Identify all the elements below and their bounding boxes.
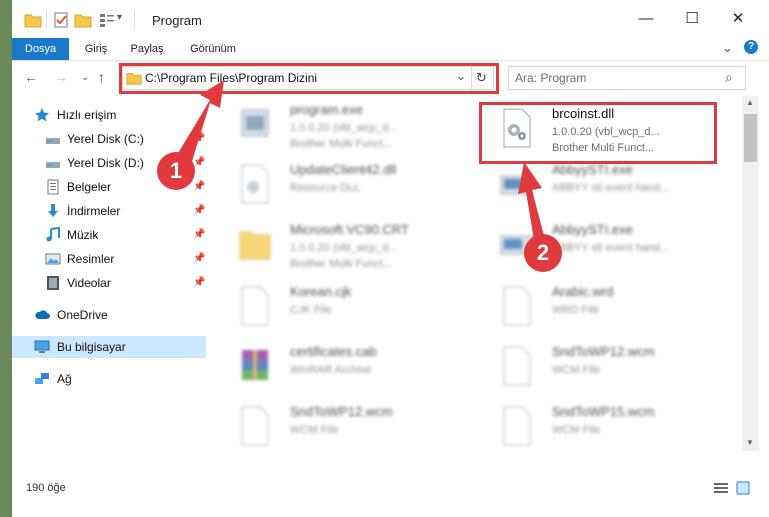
music-icon xyxy=(46,227,60,242)
window-title: Program xyxy=(152,13,202,28)
pin-icon[interactable]: 📌 xyxy=(193,253,205,264)
list-item[interactable]: Microsoft.VC90.CRT 1.0.0.20 (vbl_wcp_d..… xyxy=(220,216,460,272)
list-item[interactable]: AbbyySTI.exe ABBYY sti event hand... xyxy=(482,156,722,212)
large-icons-view-icon[interactable] xyxy=(736,481,750,495)
scanner-icon xyxy=(500,175,534,195)
properties-icon[interactable] xyxy=(52,11,70,29)
list-item[interactable]: SndToWP12.wcm WCM File xyxy=(482,338,722,394)
pin-icon[interactable]: 📌 xyxy=(193,277,205,288)
list-item[interactable]: SndToWP12.wcm WCM File xyxy=(220,398,460,451)
drive-icon xyxy=(46,138,60,144)
vertical-scrollbar[interactable]: ▲ ▼ xyxy=(742,96,759,451)
list-item[interactable]: certificates.cab WinRAR Archive xyxy=(220,338,460,394)
maximize-button[interactable]: ☐ xyxy=(669,0,715,38)
computer-icon xyxy=(34,340,50,353)
search-box[interactable]: Ara: Program ⌕ xyxy=(508,66,746,90)
cloud-icon xyxy=(35,310,50,319)
list-item[interactable]: Arabic.wrd WRD File xyxy=(482,278,722,334)
new-folder-icon[interactable] xyxy=(74,11,92,29)
details-view-icon[interactable] xyxy=(714,482,728,494)
tab-dosya[interactable]: Dosya xyxy=(12,38,69,60)
folder-icon xyxy=(239,231,271,260)
sidebar-item-videos[interactable]: Videolar 📌 xyxy=(12,272,206,294)
quick-access-dropdown-icon[interactable]: ▾ xyxy=(117,12,122,23)
file-icon xyxy=(241,286,269,326)
pictures-icon xyxy=(45,253,61,265)
documents-icon xyxy=(47,179,59,195)
status-bar: 190 öğe xyxy=(12,476,769,500)
list-item[interactable]: AbbyySTI.exe ABBYY sti event hand... xyxy=(482,216,722,272)
sidebar-item-network[interactable]: Ağ xyxy=(12,368,206,390)
tab-giris[interactable]: Giriş xyxy=(76,38,116,60)
scroll-thumb[interactable] xyxy=(744,114,757,162)
archive-icon xyxy=(242,350,268,380)
help-icon[interactable]: ? xyxy=(744,40,758,54)
item-count: 190 öğe xyxy=(26,482,66,494)
folder-icon[interactable] xyxy=(24,11,42,29)
file-icon xyxy=(503,346,531,386)
scroll-down-icon[interactable]: ▼ xyxy=(746,438,754,447)
sidebar-item-onedrive[interactable]: OneDrive xyxy=(12,304,206,326)
minimize-button[interactable]: — xyxy=(623,0,669,38)
ribbon-expand-icon[interactable]: ⌄ xyxy=(722,40,733,56)
step-badge-2: 2 xyxy=(524,234,562,272)
sidebar-item-disk-c[interactable]: Yerel Disk (C:) 📌 xyxy=(12,128,206,150)
pin-icon[interactable]: 📌 xyxy=(193,205,205,216)
highlight-brcoinst xyxy=(479,102,717,164)
tab-gorunum[interactable]: Görünüm xyxy=(182,38,244,60)
ribbon-tabs: Dosya Giriş Paylaş Görünüm ⌄ ? xyxy=(12,38,769,61)
drive-icon xyxy=(46,162,60,168)
pin-icon[interactable]: 📌 xyxy=(193,181,205,192)
video-icon xyxy=(47,276,59,290)
download-icon xyxy=(48,204,58,217)
title-bar: ▾ Program — ☐ ✕ xyxy=(12,0,769,38)
view-options-icon[interactable] xyxy=(98,11,116,29)
list-item[interactable]: UpdateClient42.dll Resource DLL xyxy=(220,156,460,212)
search-input[interactable]: Ara: Program xyxy=(515,71,586,85)
file-icon xyxy=(503,286,531,326)
step-badge-1: 1 xyxy=(157,152,195,190)
pin-icon[interactable]: 📌 xyxy=(193,157,205,168)
sidebar-item-this-pc[interactable]: Bu bilgisayar xyxy=(12,336,206,358)
scroll-up-icon[interactable]: ▲ xyxy=(746,98,754,107)
highlight-address-bar xyxy=(119,63,499,94)
pin-icon[interactable]: 📌 xyxy=(193,229,205,240)
list-item[interactable]: program.exe 1.0.0.20 (vbl_wcp_d... Broth… xyxy=(220,96,460,152)
file-icon xyxy=(241,406,269,446)
list-item[interactable]: SndToWP15.wcm WCM File xyxy=(482,398,722,451)
explorer-window: ▾ Program — ☐ ✕ Dosya Giriş Paylaş Görün… xyxy=(12,0,769,517)
up-button[interactable]: ↑ xyxy=(98,69,105,85)
list-item[interactable]: Korean.cjk CJK File xyxy=(220,278,460,334)
forward-button[interactable]: → xyxy=(54,69,68,85)
exe-icon xyxy=(241,109,269,137)
file-icon xyxy=(503,406,531,446)
recent-locations-button[interactable]: ⌄ xyxy=(81,72,89,83)
star-icon xyxy=(35,108,49,122)
search-icon: ⌕ xyxy=(725,69,733,85)
sidebar-item-pictures[interactable]: Resimler 📌 xyxy=(12,248,206,270)
sidebar-item-music[interactable]: Müzik 📌 xyxy=(12,224,206,246)
back-button[interactable]: ← xyxy=(24,69,38,85)
dll-icon xyxy=(241,164,269,204)
sidebar-item-quick-access[interactable]: Hızlı erişim xyxy=(12,104,206,126)
tab-paylas[interactable]: Paylaş xyxy=(124,38,170,60)
network-icon xyxy=(35,373,49,384)
navigation-pane: Hızlı erişim Yerel Disk (C:) 📌 Yerel Dis… xyxy=(12,96,206,451)
close-button[interactable]: ✕ xyxy=(715,0,761,38)
pin-icon[interactable]: 📌 xyxy=(193,133,205,144)
sidebar-item-downloads[interactable]: İndirmeler 📌 xyxy=(12,200,206,222)
